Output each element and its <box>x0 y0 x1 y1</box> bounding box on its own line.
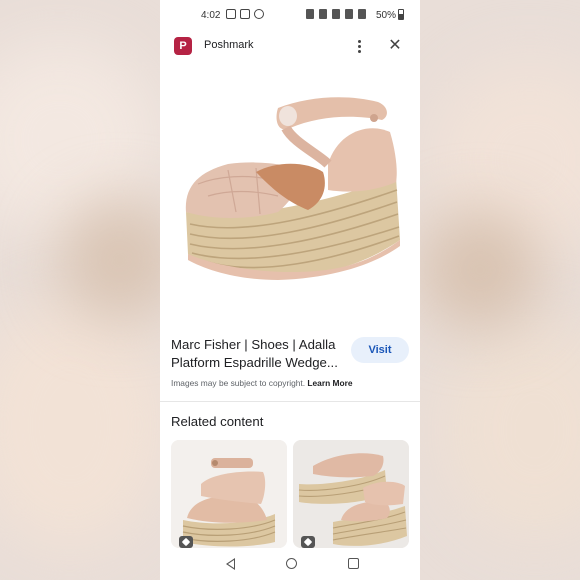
wifi-icon <box>345 9 353 19</box>
notification-icon <box>240 9 250 19</box>
related-content-heading: Related content <box>171 414 264 429</box>
poshmark-logo-icon: P <box>174 37 192 55</box>
battery-percent: 50% <box>376 10 397 21</box>
notification-icon <box>226 9 236 19</box>
learn-more-link[interactable]: Learn More <box>307 378 352 388</box>
system-nav-bar <box>160 548 420 580</box>
related-image <box>293 440 409 548</box>
close-icon[interactable]: ✕ <box>386 36 404 56</box>
related-image <box>171 440 287 548</box>
status-bar: 4:02 50% <box>160 0 420 32</box>
notification-icons <box>226 9 264 19</box>
shopping-tag-icon <box>301 536 315 548</box>
battery-icon <box>398 9 404 20</box>
signal-icon <box>358 9 366 19</box>
phone-screen: 4:02 50% P Poshmark ✕ Marc Fisher | Shoe… <box>160 0 420 580</box>
system-icons <box>306 9 366 19</box>
mute-icon <box>306 9 314 19</box>
bluetooth-icon <box>319 9 327 19</box>
shopping-tag-icon <box>179 536 193 548</box>
visit-button[interactable]: Visit <box>351 337 409 363</box>
back-icon[interactable] <box>226 558 235 570</box>
home-icon[interactable] <box>286 558 297 569</box>
related-card[interactable] <box>171 440 287 548</box>
recents-icon[interactable] <box>348 558 359 569</box>
related-card[interactable] <box>293 440 409 548</box>
copyright-notice: Images may be subject to copyright. Lear… <box>171 378 353 388</box>
more-vert-icon[interactable] <box>350 36 368 56</box>
link-icon <box>254 9 264 19</box>
copyright-text: Images may be subject to copyright. <box>171 378 306 388</box>
site-name[interactable]: Poshmark <box>204 39 254 51</box>
location-icon <box>332 9 340 19</box>
status-time: 4:02 <box>201 10 221 21</box>
divider <box>160 401 420 402</box>
product-image[interactable] <box>178 72 408 312</box>
product-title[interactable]: Marc Fisher | Shoes | Adalla Platform Es… <box>171 336 349 372</box>
app-header: P Poshmark ✕ <box>160 32 420 60</box>
